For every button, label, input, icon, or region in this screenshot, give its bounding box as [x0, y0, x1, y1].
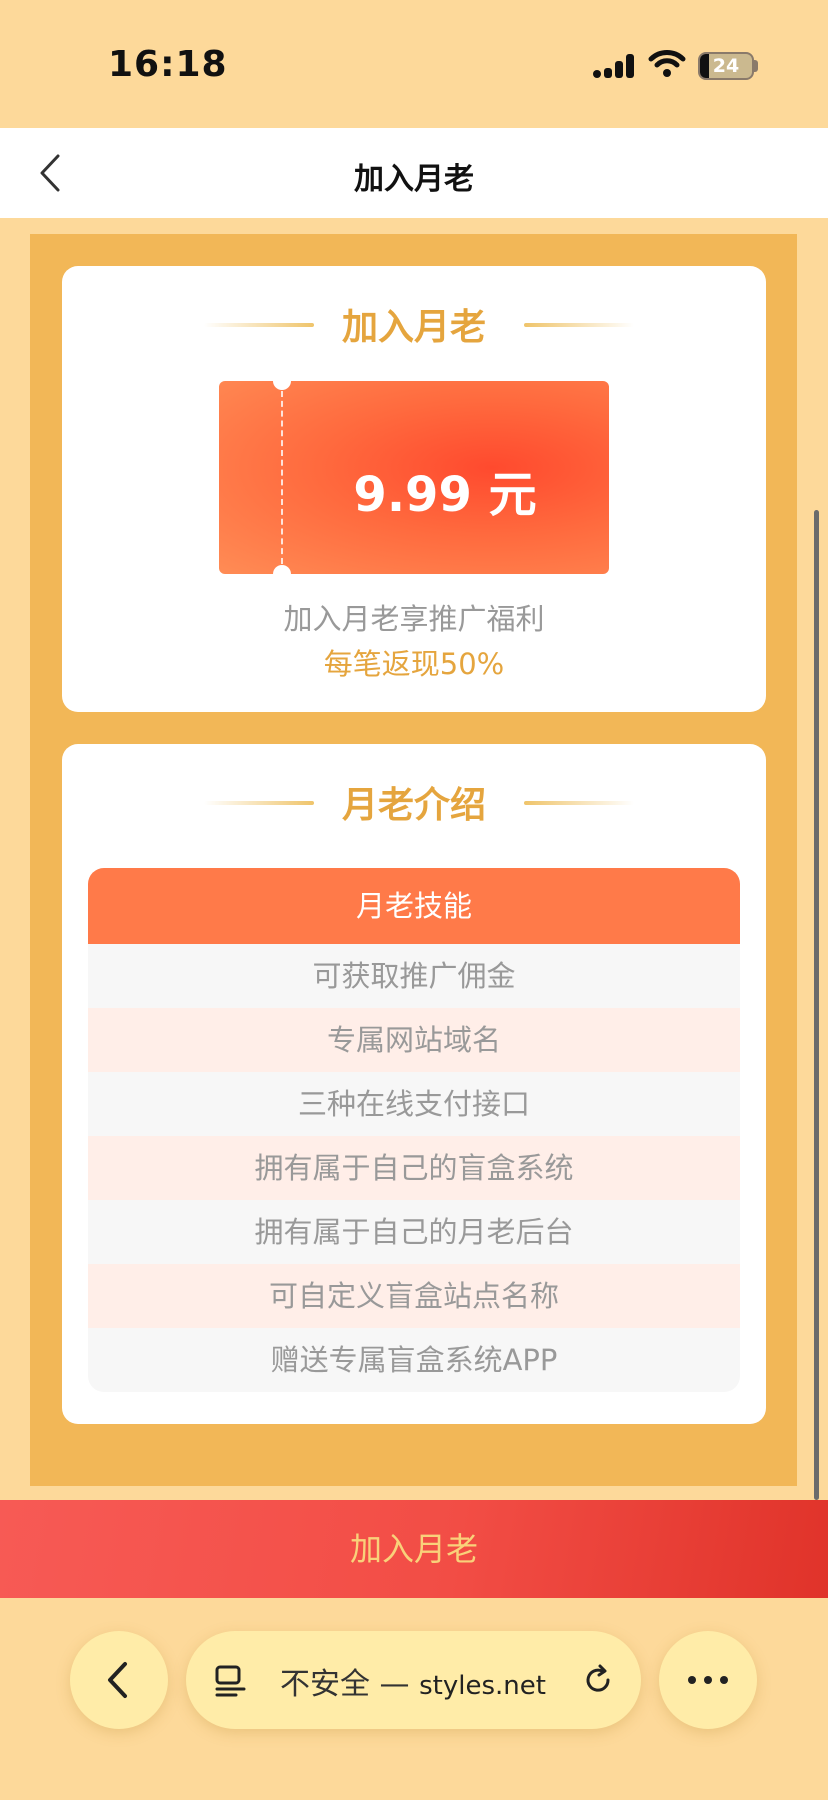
- wifi-icon: [648, 50, 686, 77]
- browser-toolbar: 不安全 — styles.net: [0, 1598, 828, 1800]
- heading-divider-right: [524, 323, 634, 327]
- nav-bar: 加入月老: [0, 128, 828, 218]
- skill-row: 专属网站域名: [88, 1008, 740, 1072]
- price-ticket: 9.99 元: [219, 381, 609, 574]
- back-icon: [108, 1662, 127, 1698]
- more-icon: [688, 1676, 728, 1684]
- skill-row: 三种在线支付接口: [88, 1072, 740, 1136]
- signal-icon: [593, 54, 634, 78]
- price-value: 9.99 元: [353, 467, 537, 523]
- skills-table: 月老技能 可获取推广佣金 专属网站域名 三种在线支付接口 拥有属于自己的盲盒系统…: [88, 868, 740, 1392]
- join-button[interactable]: 加入月老: [0, 1500, 828, 1598]
- skill-row: 可获取推广佣金: [88, 944, 740, 1008]
- browser-back-button[interactable]: [70, 1631, 168, 1729]
- skill-row: 赠送专属盲盒系统APP: [88, 1328, 740, 1392]
- status-bar: 16:18 24: [0, 0, 828, 128]
- intro-card: 月老介绍 月老技能 可获取推广佣金 专属网站域名 三种在线支付接口 拥有属于自己…: [62, 744, 766, 1424]
- domain-text: styles.net: [419, 1671, 546, 1701]
- skill-row: 拥有属于自己的盲盒系统: [88, 1136, 740, 1200]
- security-label: 不安全 —: [280, 1667, 410, 1702]
- skill-row: 可自定义盲盒站点名称: [88, 1264, 740, 1328]
- battery-level: 24: [712, 55, 740, 77]
- reader-icon[interactable]: [214, 1664, 248, 1698]
- skills-table-header: 月老技能: [88, 868, 740, 944]
- join-card-heading: 加入月老: [341, 307, 486, 348]
- join-card: 加入月老 9.99 元 加入月老享推广福利 每笔返现50%: [62, 266, 766, 712]
- rebate-text: 每笔返现50%: [323, 647, 505, 681]
- heading-divider-right: [524, 801, 634, 805]
- scroll-indicator[interactable]: [814, 510, 819, 1500]
- page-title: 加入月老: [354, 162, 474, 197]
- promo-text: 加入月老享推广福利: [283, 602, 545, 636]
- intro-card-heading: 月老介绍: [341, 785, 486, 826]
- status-time: 16:18: [108, 44, 228, 85]
- reload-icon[interactable]: [580, 1662, 616, 1698]
- battery-icon: 24: [698, 52, 754, 80]
- more-button[interactable]: [659, 1631, 757, 1729]
- address-text: 不安全 — styles.net: [280, 1659, 546, 1703]
- address-bar[interactable]: 不安全 — styles.net: [186, 1631, 641, 1729]
- skill-row: 拥有属于自己的月老后台: [88, 1200, 740, 1264]
